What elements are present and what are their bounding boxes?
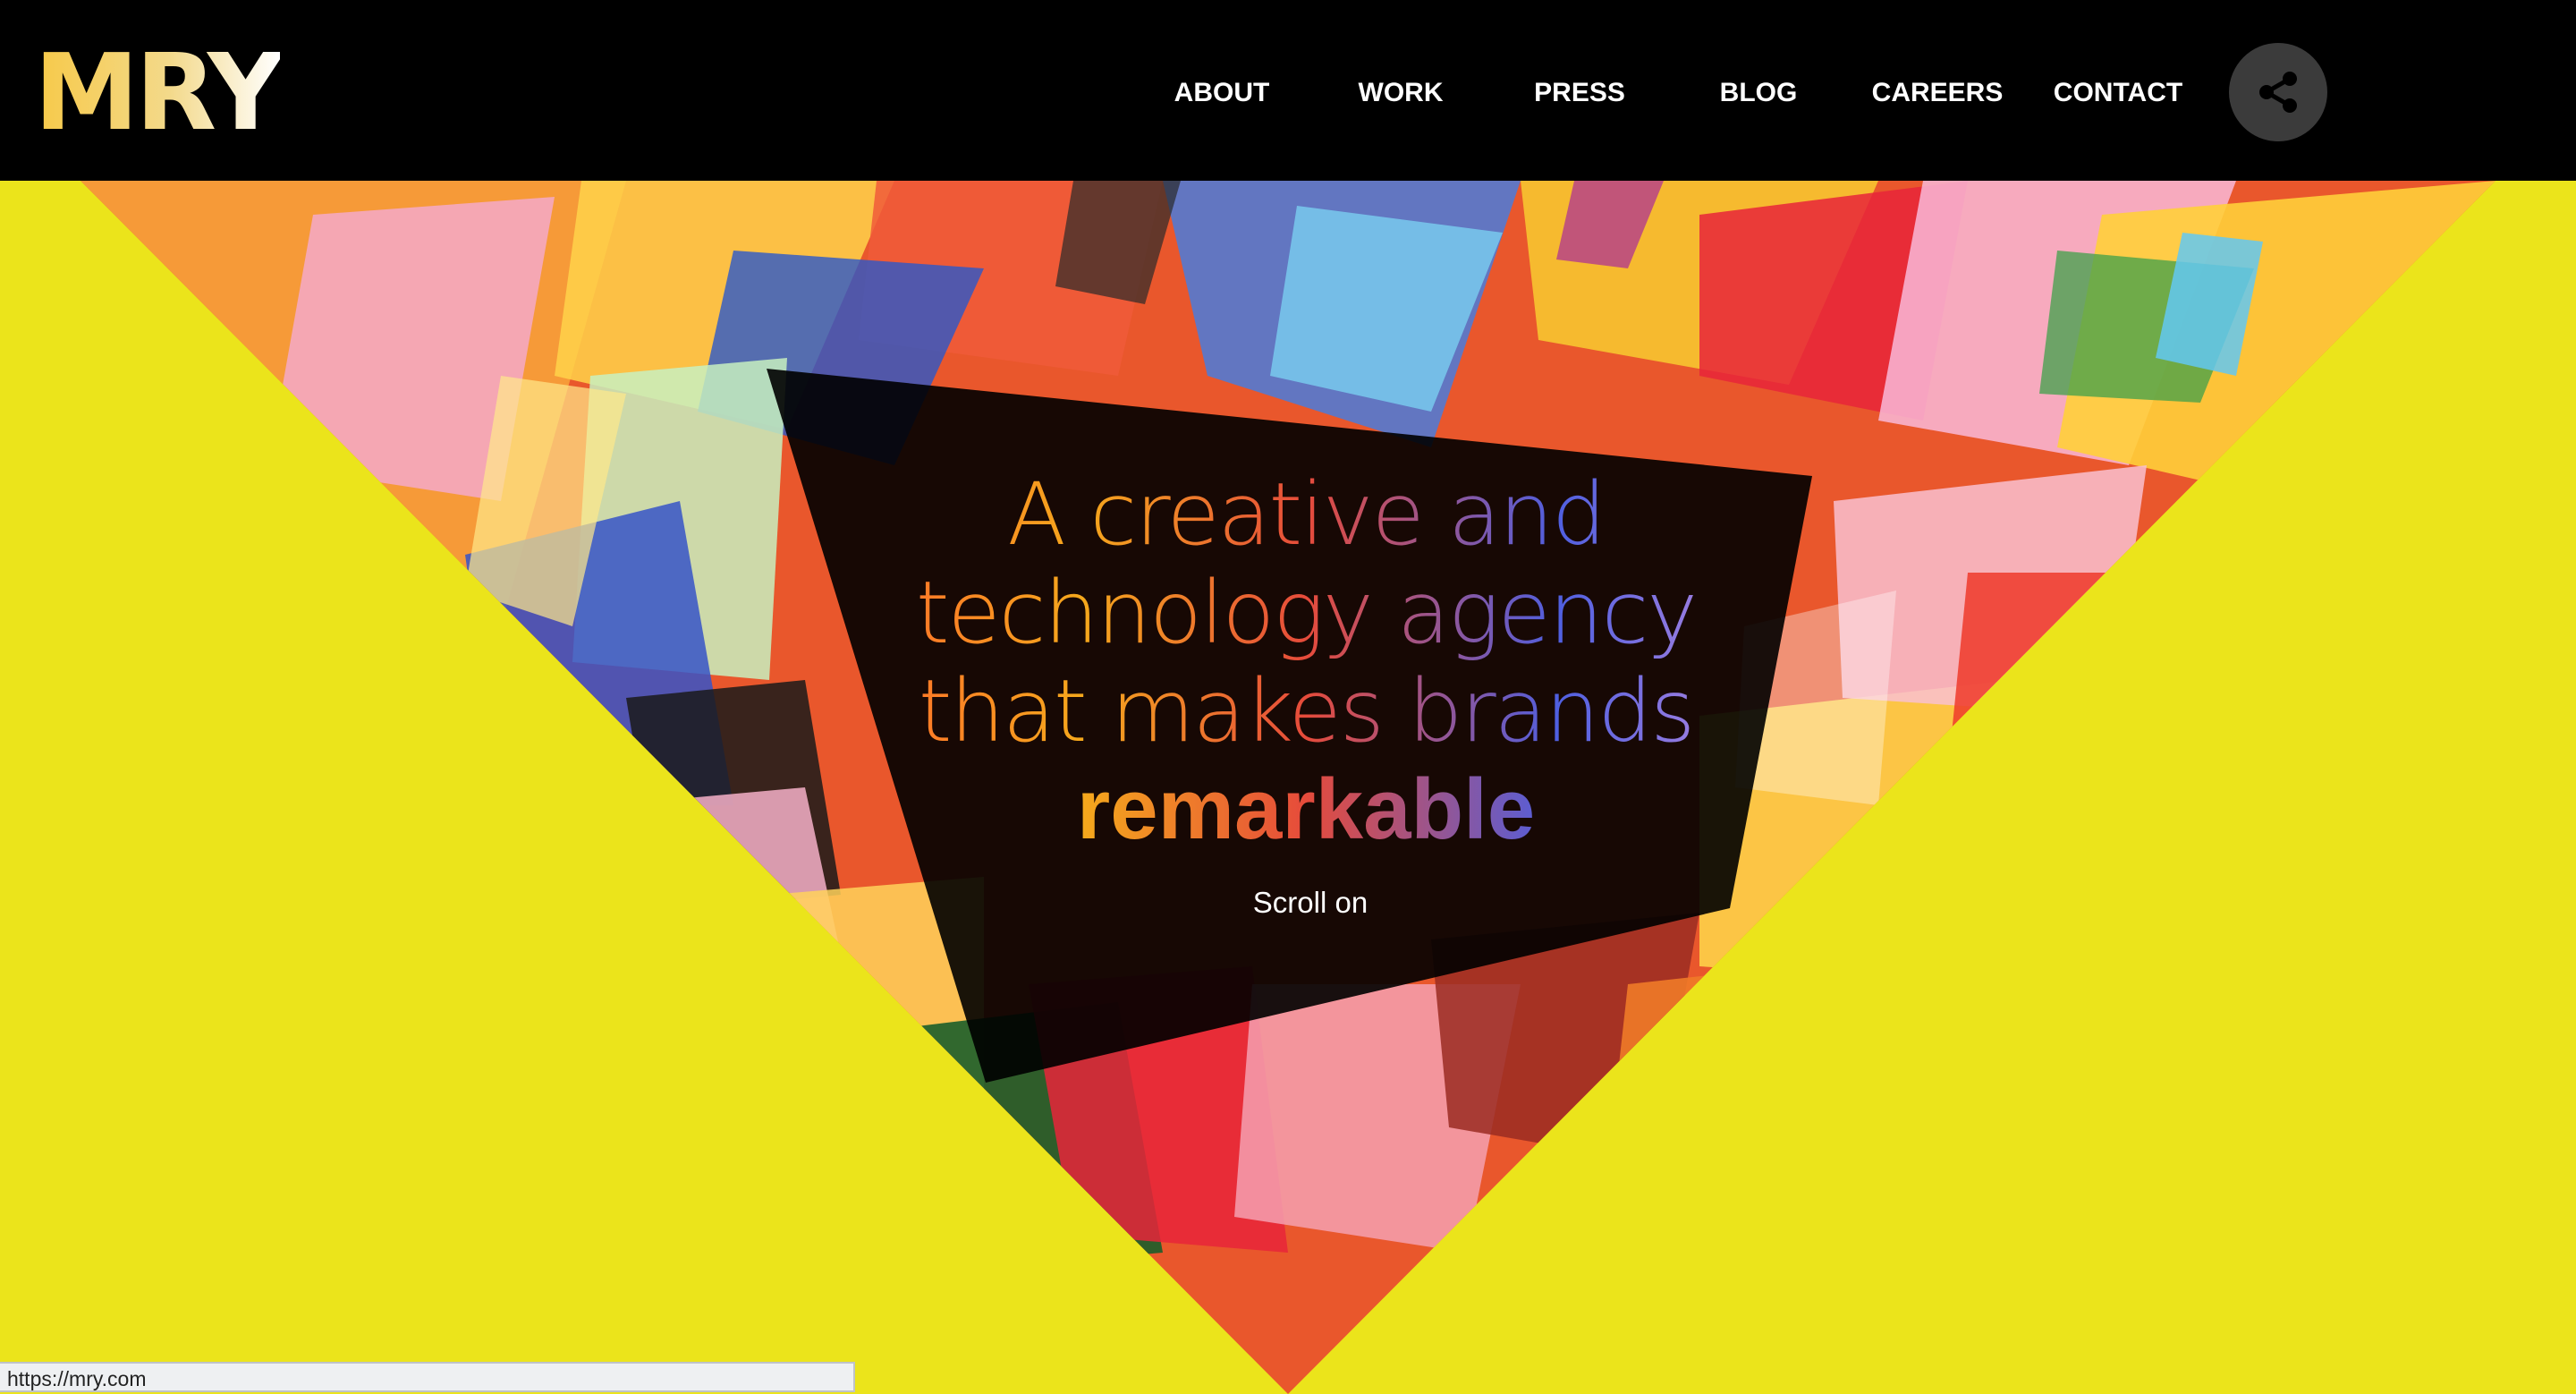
share-icon <box>2259 72 2297 113</box>
hero-artwork <box>80 181 2496 1394</box>
share-button[interactable] <box>2229 43 2327 141</box>
nav-press[interactable]: PRESS <box>1534 73 1625 113</box>
nav-careers[interactable]: CAREERS <box>1872 73 2004 113</box>
scroll-on-link[interactable]: Scroll on <box>1221 886 1400 920</box>
nav-about[interactable]: ABOUT <box>1174 73 1270 113</box>
logo[interactable]: MRY <box>34 34 284 150</box>
nav-contact[interactable]: CONTACT <box>2054 73 2182 113</box>
nav-blog[interactable]: BLOG <box>1720 73 1798 113</box>
site-header: MRY ABOUT WORK PRESS BLOG CAREERS CONTAC… <box>0 0 2576 181</box>
status-bar-url: https://mry.com <box>0 1362 855 1392</box>
nav-work[interactable]: WORK <box>1359 73 1444 113</box>
hero-section: A creative and technology agency that ma… <box>0 181 2576 1394</box>
